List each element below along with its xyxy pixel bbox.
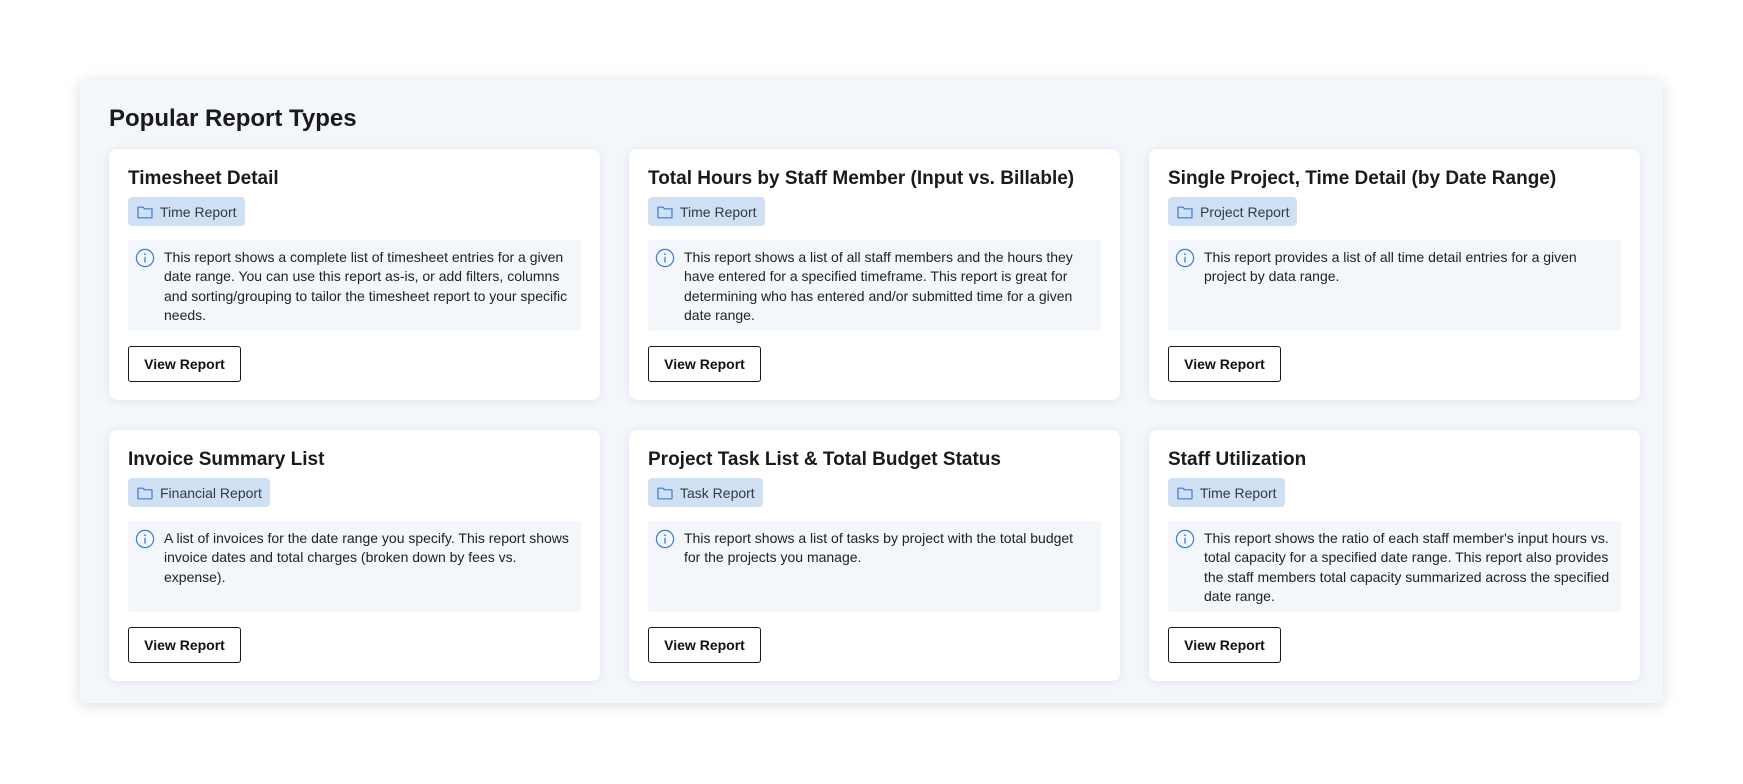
report-category-badge: Financial Report: [128, 478, 270, 507]
folder-icon: [657, 487, 673, 499]
report-title: Invoice Summary List: [128, 449, 325, 470]
report-card-single-project-time-detail: Single Project, Time Detail (by Date Ran…: [1149, 149, 1640, 400]
report-description-box: A list of invoices for the date range yo…: [128, 521, 581, 612]
folder-icon: [1177, 206, 1193, 218]
report-grid: Timesheet Detail Time Report This report…: [109, 149, 1640, 681]
report-description: This report provides a list of all time …: [1204, 249, 1577, 285]
folder-icon: [137, 206, 153, 218]
folder-icon: [137, 487, 153, 499]
report-category-badge: Time Report: [128, 197, 245, 226]
report-title: Project Task List & Total Budget Status: [648, 449, 1001, 470]
view-report-button[interactable]: View Report: [1168, 346, 1281, 382]
info-icon: [655, 529, 675, 549]
report-card-timesheet-detail: Timesheet Detail Time Report This report…: [109, 149, 600, 400]
report-title: Single Project, Time Detail (by Date Ran…: [1168, 168, 1557, 189]
report-category-badge: Time Report: [648, 197, 765, 226]
info-icon: [1175, 529, 1195, 549]
folder-icon: [1177, 487, 1193, 499]
report-description-box: This report shows the ratio of each staf…: [1168, 521, 1621, 612]
view-report-button[interactable]: View Report: [648, 346, 761, 382]
folder-icon: [657, 206, 673, 218]
report-description-box: This report shows a list of tasks by pro…: [648, 521, 1101, 612]
view-report-button[interactable]: View Report: [648, 627, 761, 663]
report-category-badge: Task Report: [648, 478, 763, 507]
report-description: This report shows a list of tasks by pro…: [684, 530, 1074, 566]
report-description-box: This report shows a complete list of tim…: [128, 240, 581, 331]
report-title: Timesheet Detail: [128, 168, 279, 189]
report-category-label: Time Report: [160, 203, 237, 220]
report-description: A list of invoices for the date range yo…: [164, 530, 569, 585]
report-card-staff-utilization: Staff Utilization Time Report This repor…: [1149, 430, 1640, 681]
info-icon: [1175, 248, 1195, 268]
info-icon: [135, 248, 155, 268]
report-description: This report shows a complete list of tim…: [164, 249, 568, 324]
report-title: Staff Utilization: [1168, 449, 1307, 470]
report-card-total-hours-by-staff: Total Hours by Staff Member (Input vs. B…: [629, 149, 1120, 400]
report-category-badge: Project Report: [1168, 197, 1298, 226]
report-category-label: Financial Report: [160, 484, 262, 501]
report-card-project-task-list: Project Task List & Total Budget Status …: [629, 430, 1120, 681]
view-report-button[interactable]: View Report: [128, 627, 241, 663]
report-category-label: Task Report: [680, 484, 755, 501]
report-description-box: This report shows a list of all staff me…: [648, 240, 1101, 331]
popular-reports-panel: Popular Report Types Timesheet Detail Ti…: [80, 80, 1663, 703]
report-category-label: Project Report: [1200, 203, 1290, 220]
report-description: This report shows the ratio of each staf…: [1204, 530, 1610, 605]
view-report-button[interactable]: View Report: [1168, 627, 1281, 663]
report-description-box: This report provides a list of all time …: [1168, 240, 1621, 331]
page-title: Popular Report Types: [109, 105, 357, 132]
info-icon: [655, 248, 675, 268]
report-title: Total Hours by Staff Member (Input vs. B…: [648, 168, 1075, 189]
view-report-button[interactable]: View Report: [128, 346, 241, 382]
report-category-label: Time Report: [680, 203, 757, 220]
info-icon: [135, 529, 155, 549]
report-category-badge: Time Report: [1168, 478, 1285, 507]
report-category-label: Time Report: [1200, 484, 1277, 501]
report-description: This report shows a list of all staff me…: [684, 249, 1073, 324]
report-card-invoice-summary-list: Invoice Summary List Financial Report A …: [109, 430, 600, 681]
